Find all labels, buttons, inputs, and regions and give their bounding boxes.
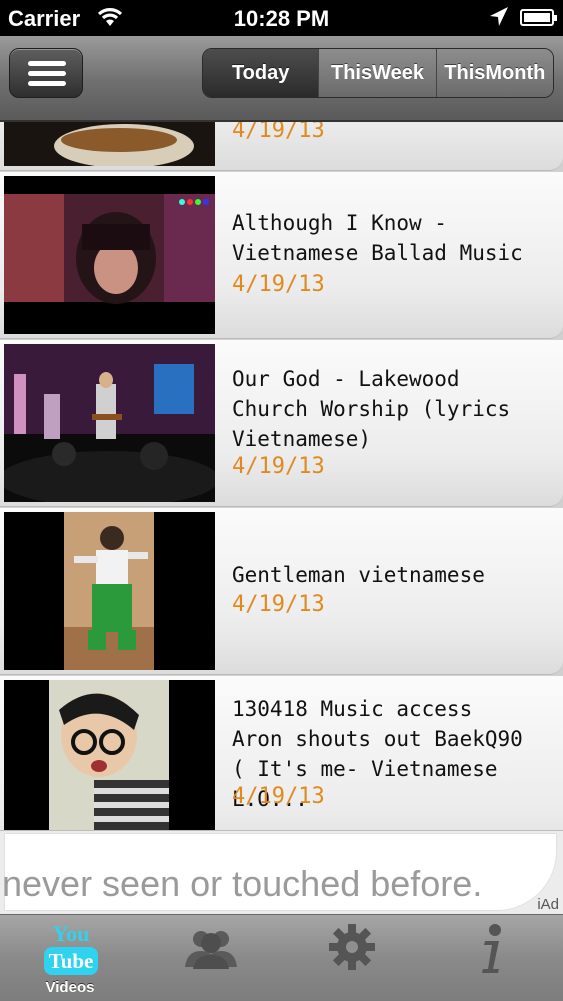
gear-icon — [328, 923, 376, 976]
segment-this-month[interactable]: ThisMonth — [435, 49, 553, 97]
menu-button[interactable] — [9, 48, 83, 98]
video-thumbnail — [4, 680, 215, 830]
tab-users[interactable] — [141, 915, 281, 1001]
youtube-logo-you: You — [52, 921, 90, 946]
ad-text: never seen or touched before. — [2, 863, 483, 904]
video-date: 4/19/13 — [232, 122, 325, 143]
video-date: 4/19/13 — [232, 784, 325, 809]
video-date: 4/19/13 — [232, 454, 325, 479]
video-row[interactable]: Our God - Lakewood Church Worship (lyric… — [0, 340, 563, 507]
video-row[interactable]: 130418 Music access Aron shouts out Baek… — [0, 676, 563, 830]
tab-label-videos: Videos — [45, 979, 95, 996]
iad-label: iAd — [537, 896, 559, 913]
youtube-icon: You Tube — [42, 921, 100, 977]
navigation-bar: Today ThisWeek ThisMonth — [0, 36, 563, 122]
video-date: 4/19/13 — [232, 272, 325, 297]
video-date: 4/19/13 — [232, 592, 325, 617]
location-arrow-icon — [488, 5, 510, 35]
clock: 10:28 PM — [233, 6, 330, 31]
video-thumbnail — [4, 512, 215, 670]
info-icon — [479, 923, 507, 980]
video-title: Although I Know - Vietnamese Ballad Musi… — [232, 211, 523, 265]
video-title: Our God - Lakewood Church Worship (lyric… — [232, 367, 511, 451]
segment-this-week[interactable]: ThisWeek — [318, 49, 436, 97]
ad-banner[interactable]: never seen or touched before. iAd — [0, 830, 563, 915]
video-thumbnail — [4, 344, 215, 502]
tab-videos[interactable]: You Tube Videos — [0, 915, 140, 1001]
tab-info[interactable] — [423, 915, 563, 1001]
video-title: Gentleman vietnamese — [232, 563, 485, 587]
users-icon — [181, 927, 241, 976]
period-segmented-control: Today ThisWeek ThisMonth — [202, 48, 554, 98]
tab-settings[interactable] — [282, 915, 422, 1001]
battery-icon — [520, 9, 557, 26]
segment-today[interactable]: Today — [203, 49, 319, 97]
status-bar: Carrier 10:28 PM — [0, 0, 563, 36]
tab-bar: You Tube Videos — [0, 914, 563, 1001]
video-row[interactable]: Although I Know - Vietnamese Ballad Musi… — [0, 172, 563, 339]
video-row[interactable]: 4/19/13 — [0, 122, 563, 171]
youtube-logo-tube: Tube — [44, 947, 98, 975]
video-row[interactable]: Gentleman vietnamese 4/19/13 — [0, 508, 563, 675]
video-thumbnail — [4, 176, 215, 334]
video-list[interactable]: 4/19/13 Although I Know - Vietnamese Bal… — [0, 122, 563, 830]
video-thumbnail — [4, 122, 215, 166]
